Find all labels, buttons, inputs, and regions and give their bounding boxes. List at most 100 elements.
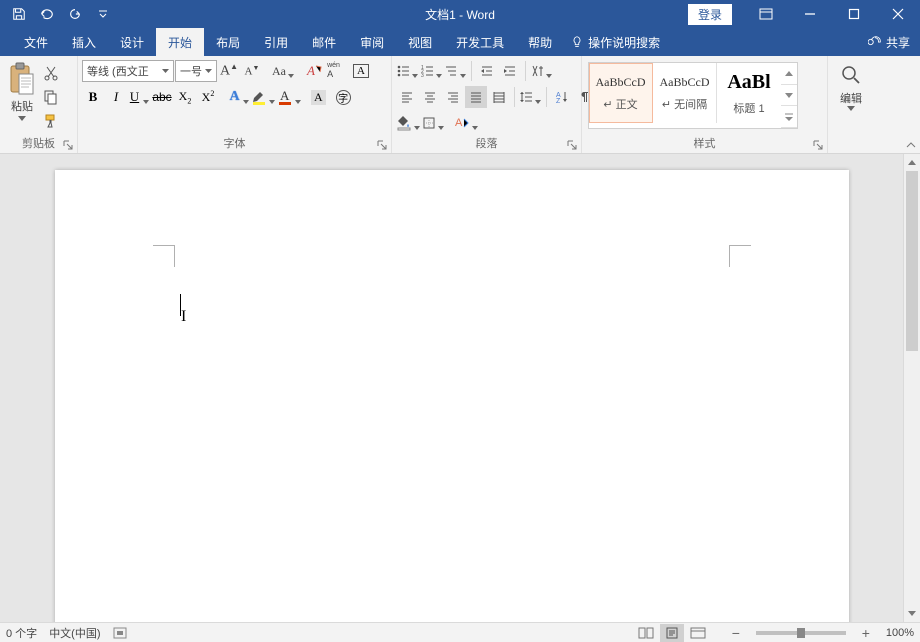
zoom-in-button[interactable]: +: [854, 624, 878, 642]
font-launcher[interactable]: [375, 138, 389, 152]
tab-references[interactable]: 引用: [252, 28, 300, 56]
decrease-indent-button[interactable]: [476, 60, 498, 82]
format-painter-button[interactable]: [40, 110, 62, 132]
font-color-icon: A: [277, 89, 293, 105]
distributed-button[interactable]: [488, 86, 510, 108]
phonetic-guide-button[interactable]: wénA: [327, 60, 349, 82]
align-center-button[interactable]: [419, 86, 441, 108]
zoom-level[interactable]: 100%: [886, 627, 914, 639]
bold-button[interactable]: B: [82, 86, 104, 108]
tab-mail[interactable]: 邮件: [300, 28, 348, 56]
numbering-button[interactable]: 123: [420, 60, 443, 82]
tab-layout[interactable]: 布局: [204, 28, 252, 56]
bullets-button[interactable]: [396, 60, 419, 82]
scroll-down-button[interactable]: [904, 605, 920, 622]
strikethrough-button[interactable]: abc: [151, 86, 173, 108]
styles-launcher[interactable]: [811, 138, 825, 152]
font-name-combo[interactable]: 等线 (西文正: [82, 60, 174, 82]
web-layout-button[interactable]: [686, 624, 710, 642]
italic-button[interactable]: I: [105, 86, 127, 108]
find-button[interactable]: 编辑: [832, 60, 870, 135]
paste-button[interactable]: 粘贴: [4, 60, 40, 135]
tab-insert[interactable]: 插入: [60, 28, 108, 56]
tab-help[interactable]: 帮助: [516, 28, 564, 56]
scroll-thumb[interactable]: [906, 171, 918, 351]
margin-mark-tl: [153, 245, 175, 267]
style-heading1[interactable]: AaBl 标题 1: [717, 63, 781, 123]
line-spacing-button[interactable]: [519, 86, 542, 108]
qat-customize-button[interactable]: [90, 2, 116, 26]
zoom-thumb[interactable]: [797, 628, 805, 638]
minimize-button[interactable]: [788, 0, 832, 28]
login-button[interactable]: 登录: [688, 4, 732, 25]
scroll-track[interactable]: [904, 171, 920, 605]
borders-button[interactable]: [422, 112, 445, 134]
document-area[interactable]: I: [0, 154, 903, 622]
increase-indent-button[interactable]: [499, 60, 521, 82]
tab-review[interactable]: 审阅: [348, 28, 396, 56]
style-no-spacing[interactable]: AaBbCcD ↵ 无间隔: [653, 63, 717, 123]
highlight-button[interactable]: [251, 86, 276, 108]
tab-design[interactable]: 设计: [108, 28, 156, 56]
tab-home[interactable]: 开始: [156, 28, 204, 56]
line-spacing-icon: [519, 90, 533, 104]
zoom-out-button[interactable]: −: [724, 624, 748, 642]
style-name: ↵ 无间隔: [662, 96, 707, 112]
save-button[interactable]: [6, 2, 32, 26]
subscript-button[interactable]: X2: [174, 86, 196, 108]
maximize-button[interactable]: [832, 0, 876, 28]
read-mode-button[interactable]: [634, 624, 658, 642]
more-icon: [785, 113, 793, 121]
undo-button[interactable]: [34, 2, 60, 26]
superscript-button[interactable]: X2: [197, 86, 219, 108]
vertical-scrollbar[interactable]: [903, 154, 920, 622]
tab-view[interactable]: 视图: [396, 28, 444, 56]
text-effects-button[interactable]: A: [228, 86, 250, 108]
paragraph-launcher[interactable]: [565, 138, 579, 152]
edit-label: 编辑: [840, 90, 862, 106]
copy-button[interactable]: [40, 86, 62, 108]
multilevel-button[interactable]: [444, 60, 467, 82]
justify-button[interactable]: [465, 86, 487, 108]
scroll-up-button[interactable]: [904, 154, 920, 171]
tab-developer[interactable]: 开发工具: [444, 28, 516, 56]
styles-scroll-up[interactable]: [781, 63, 797, 85]
align-left-button[interactable]: [396, 86, 418, 108]
chevron-down-icon: [785, 93, 793, 98]
style-preview: AaBbCcD: [596, 75, 646, 90]
clear-formatting-button[interactable]: A: [304, 60, 326, 82]
underline-button[interactable]: U: [128, 86, 150, 108]
word-count[interactable]: 0 个字: [6, 625, 37, 641]
char-shading-button[interactable]: A: [311, 86, 335, 108]
asian-layout-button[interactable]: [530, 60, 553, 82]
shrink-font-button[interactable]: A▼: [241, 60, 263, 82]
grow-font-button[interactable]: A▲: [218, 60, 240, 82]
close-button[interactable]: [876, 0, 920, 28]
tell-me-search[interactable]: 操作说明搜索: [564, 28, 666, 56]
font-size-combo[interactable]: 一号: [175, 60, 217, 82]
change-case-button[interactable]: Aa: [272, 60, 295, 82]
language-status[interactable]: 中文(中国): [49, 625, 100, 641]
shading-button[interactable]: [396, 112, 421, 134]
cut-button[interactable]: [40, 62, 62, 84]
sort-button[interactable]: AZ: [551, 86, 573, 108]
styles-expand[interactable]: [781, 106, 797, 128]
character-border-button[interactable]: A: [350, 60, 372, 82]
snap-to-grid-button[interactable]: A: [454, 112, 479, 134]
font-color-button[interactable]: A: [277, 86, 302, 108]
tab-file[interactable]: 文件: [12, 28, 60, 56]
style-name: 标题 1: [733, 100, 764, 116]
page[interactable]: I: [55, 170, 849, 622]
ribbon-display-button[interactable]: [744, 0, 788, 28]
clipboard-launcher[interactable]: [61, 138, 75, 152]
collapse-ribbon-button[interactable]: [904, 138, 918, 152]
share-button[interactable]: 共享: [868, 34, 910, 51]
style-normal[interactable]: AaBbCcD ↵ 正文: [589, 63, 653, 123]
zoom-slider[interactable]: [756, 631, 846, 635]
align-right-button[interactable]: [442, 86, 464, 108]
redo-button[interactable]: [62, 2, 88, 26]
styles-scroll-down[interactable]: [781, 85, 797, 107]
print-layout-button[interactable]: [660, 624, 684, 642]
enclose-char-button[interactable]: 字: [336, 86, 360, 108]
macro-status[interactable]: [113, 627, 127, 639]
